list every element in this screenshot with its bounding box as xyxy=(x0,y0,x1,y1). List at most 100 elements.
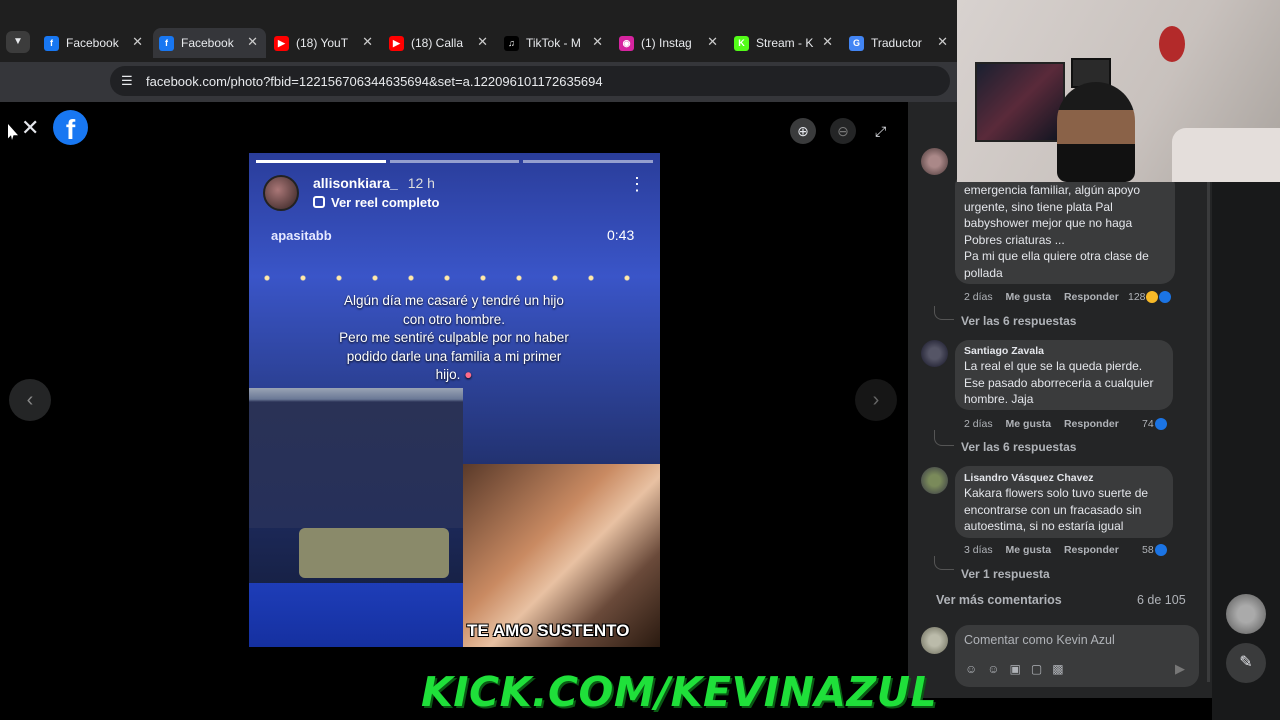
tiktok-icon: ♫ xyxy=(504,35,519,51)
browser-tab[interactable]: ▶ (18) Calla ✕ xyxy=(383,28,496,58)
comment-author[interactable]: Lisandro Vásquez Chavez xyxy=(964,472,1094,484)
instagram-icon: ◉ xyxy=(619,35,634,51)
comment-like-link[interactable]: Me gusta xyxy=(1006,291,1052,303)
comment-like-link[interactable]: Me gusta xyxy=(1006,418,1052,430)
tab-close-icon[interactable]: ✕ xyxy=(822,34,833,50)
reaction-count[interactable]: 128 xyxy=(1128,291,1171,304)
browser-tab[interactable]: f Facebook ✕ xyxy=(38,28,151,58)
view-replies-link[interactable]: Ver las 6 respuestas xyxy=(961,440,1076,454)
translate-icon: G xyxy=(849,35,864,51)
comment-composer[interactable]: Comentar como Kevin Azul ☺ ☺ ▣ ▢ ▩ ▶ xyxy=(955,625,1199,687)
contact-avatar[interactable] xyxy=(1226,594,1266,634)
tab-label: Traductor xyxy=(871,36,922,50)
tab-close-icon[interactable]: ✕ xyxy=(247,34,258,50)
comment-avatar[interactable] xyxy=(921,340,948,367)
comment-like-link[interactable]: Me gusta xyxy=(1006,544,1052,556)
reaction-count[interactable]: 58 xyxy=(1142,544,1167,557)
url-text: facebook.com/photo?fbid=1221567063446356… xyxy=(146,73,603,89)
tab-label: (1) Instag xyxy=(641,36,692,50)
thread-line xyxy=(934,556,954,570)
comment-reply-link[interactable]: Responder xyxy=(1064,291,1119,303)
more-comments-link[interactable]: Ver más comentarios xyxy=(936,593,1062,607)
more-options-icon: ⋮ xyxy=(628,174,646,194)
browser-tab-bar: ▼ f Facebook ✕ f Facebook ✕ ▶ (18) YouT ✕ ▶ (18) C… xyxy=(0,0,957,62)
webcam-overlay xyxy=(957,0,1280,182)
thread-line xyxy=(934,430,954,446)
stream-overlay-text: KICK.COM/KEVINAZUL xyxy=(421,668,938,716)
url-bar[interactable]: ☰ facebook.com/photo?fbid=12215670634463… xyxy=(110,66,950,96)
string-lights xyxy=(249,253,660,293)
browser-tab[interactable]: ◉ (1) Instag ✕ xyxy=(613,28,726,58)
pool-water xyxy=(249,583,463,647)
comment-author[interactable]: Santiago Zavala xyxy=(964,345,1044,357)
tab-close-icon[interactable]: ✕ xyxy=(477,34,488,50)
streamer-person xyxy=(1057,82,1135,182)
browser-tab[interactable]: ♫ TikTok - M ✕ xyxy=(498,28,611,58)
patio-structure xyxy=(249,388,463,528)
thread-line xyxy=(934,306,954,320)
kick-icon: K xyxy=(734,35,749,51)
youtube-icon: ▶ xyxy=(389,35,404,51)
next-photo-button[interactable]: › xyxy=(855,379,897,421)
like-reaction-icon xyxy=(1154,418,1167,431)
zoom-out-icon[interactable]: ⊖ xyxy=(830,118,856,144)
tab-label: Facebook xyxy=(66,36,119,50)
tab-close-icon[interactable]: ✕ xyxy=(362,34,373,50)
emoji-icon[interactable]: ☺ xyxy=(987,662,999,676)
previous-photo-button[interactable]: ‹ xyxy=(9,379,51,421)
story-screenshot-image: allisonkiara_ 12 h Ver reel completo ⋮ a… xyxy=(249,153,660,647)
tab-close-icon[interactable]: ✕ xyxy=(132,34,143,50)
sad-emoji-icon: ● xyxy=(464,367,473,382)
comment-avatar[interactable] xyxy=(921,148,948,175)
browser-tab[interactable]: f Facebook ✕ xyxy=(153,28,266,58)
comment-text: emergencia familiar, algún apoyo urgente… xyxy=(964,183,1149,280)
avatar-sticker-icon[interactable]: ☺ xyxy=(965,662,977,676)
comment-reply-link[interactable]: Responder xyxy=(1064,544,1119,556)
like-reaction-icon xyxy=(1158,291,1171,304)
zoom-in-icon[interactable]: ⊕ xyxy=(790,118,816,144)
tab-close-icon[interactable]: ✕ xyxy=(592,34,603,50)
reaction-count[interactable]: 74 xyxy=(1142,418,1167,431)
tab-label: Stream - K xyxy=(756,36,814,50)
tab-search-button[interactable]: ▼ xyxy=(6,31,30,53)
comment-age[interactable]: 2 días xyxy=(964,418,993,430)
comment-reply-link[interactable]: Responder xyxy=(1064,418,1119,430)
view-replies-link[interactable]: Ver 1 respuesta xyxy=(961,567,1050,581)
tab-close-icon[interactable]: ✕ xyxy=(937,34,948,50)
close-icon[interactable]: ✕ xyxy=(21,115,39,141)
story-caption: Algún día me casaré y tendré un hijo con… xyxy=(339,293,569,382)
youtube-icon: ▶ xyxy=(274,35,289,51)
story-duration: 0:43 xyxy=(607,227,635,243)
comment-age[interactable]: 2 días xyxy=(964,291,993,303)
send-icon[interactable]: ▶ xyxy=(1175,661,1185,677)
fullscreen-icon[interactable]: ⤢ xyxy=(875,123,886,140)
new-message-icon[interactable]: ✎ xyxy=(1226,643,1266,683)
panel-scrollbar[interactable] xyxy=(1207,182,1210,682)
browser-tab[interactable]: G Traductor ✕ xyxy=(843,28,956,58)
browser-tab[interactable]: K Stream - K ✕ xyxy=(728,28,841,58)
comment-avatar[interactable] xyxy=(921,467,948,494)
tab-label: (18) YouT xyxy=(296,36,349,50)
story-audio-user: apasitabb xyxy=(271,228,332,243)
bed-pillow xyxy=(1172,128,1280,182)
browser-tab[interactable]: ▶ (18) YouT ✕ xyxy=(268,28,381,58)
sticker-icon[interactable]: ▩ xyxy=(1052,662,1063,676)
view-replies-link[interactable]: Ver las 6 respuestas xyxy=(961,314,1076,328)
tab-close-icon[interactable]: ✕ xyxy=(707,34,718,50)
comment-text: La real el que se la queda pierde. Ese p… xyxy=(964,359,1154,407)
comment-input[interactable]: Comentar como Kevin Azul xyxy=(964,633,1115,647)
camera-icon[interactable]: ▣ xyxy=(1010,662,1021,676)
story-avatar xyxy=(263,175,299,211)
site-settings-icon[interactable]: ☰ xyxy=(121,73,133,89)
comment-text: Kakara flowers solo tuvo suerte de encon… xyxy=(964,486,1149,534)
tab-label: (18) Calla xyxy=(411,36,464,50)
story-username: allisonkiara_ xyxy=(313,175,398,191)
story-reel-link: Ver reel completo xyxy=(331,195,440,210)
facebook-logo[interactable]: f xyxy=(53,110,88,145)
haha-reaction-icon xyxy=(1145,291,1158,304)
gif-icon[interactable]: ▢ xyxy=(1031,662,1042,676)
comment-age[interactable]: 3 días xyxy=(964,544,993,556)
story-progress-bars xyxy=(256,160,654,163)
user-avatar[interactable] xyxy=(921,627,948,654)
tab-label: TikTok - M xyxy=(526,36,581,50)
